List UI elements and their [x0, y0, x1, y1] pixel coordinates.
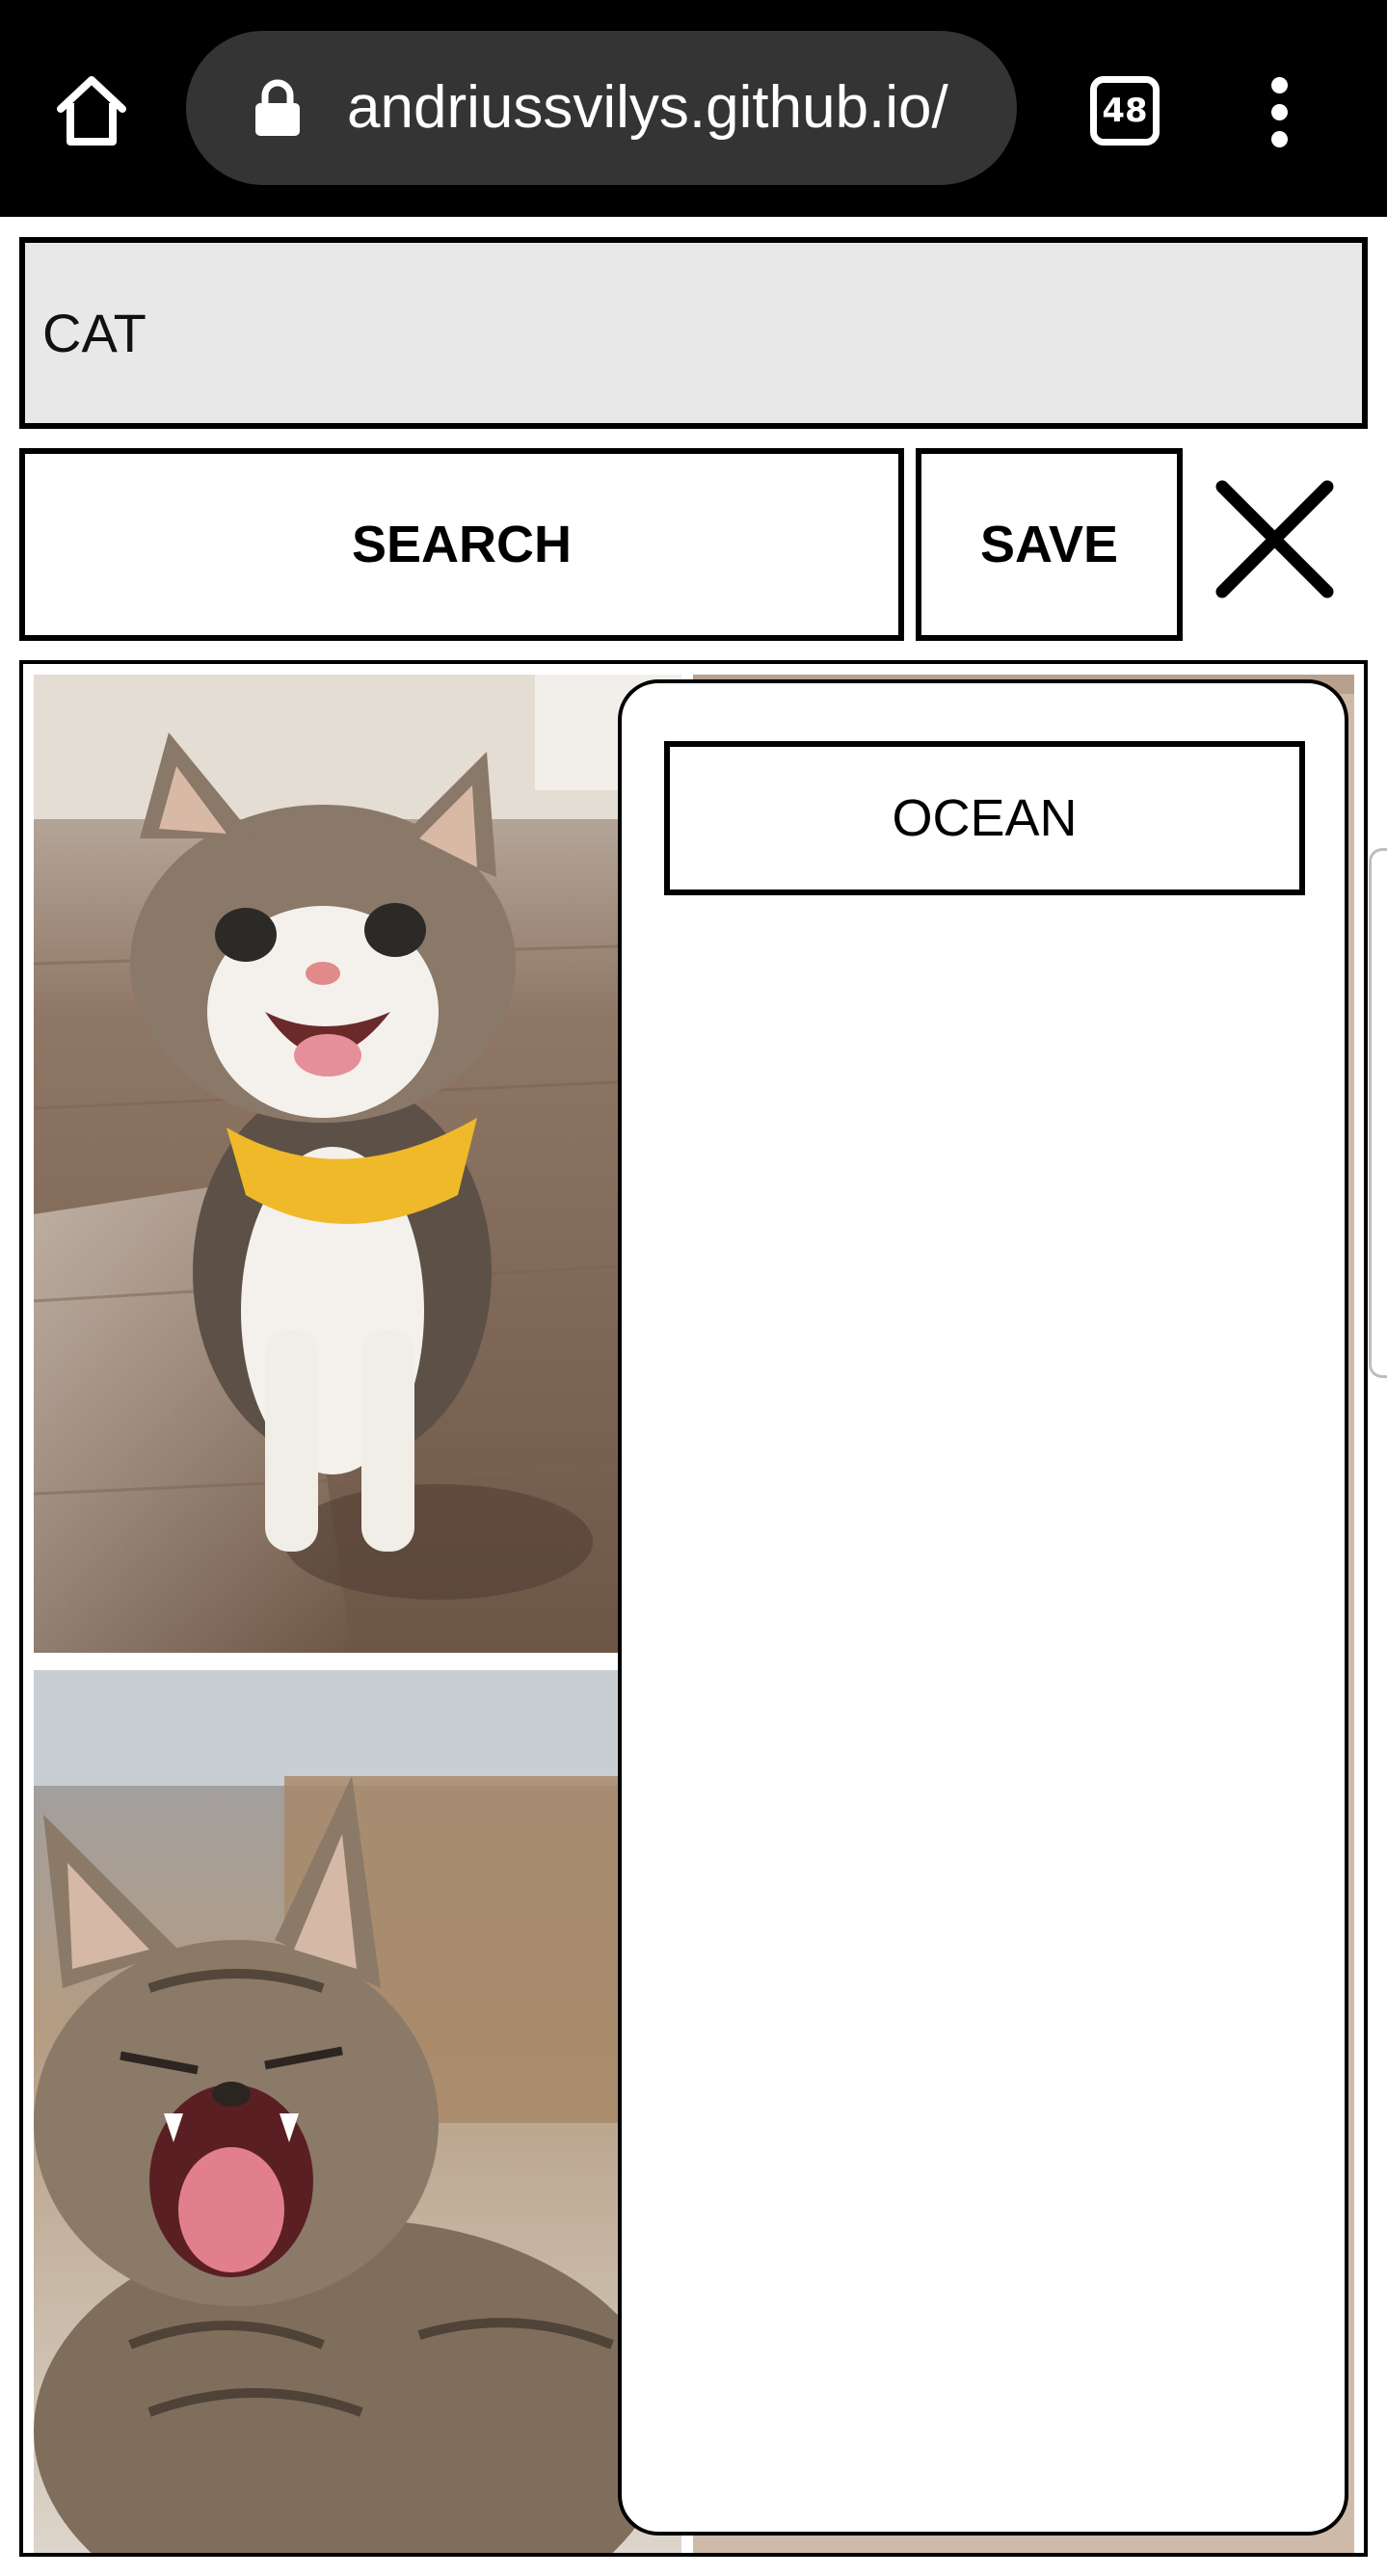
address-bar[interactable]: andriussvilys.github.io/: [186, 31, 1017, 185]
result-image[interactable]: [34, 1670, 681, 2557]
search-button[interactable]: SEARCH: [19, 448, 904, 641]
save-button[interactable]: SAVE: [916, 448, 1183, 641]
lock-icon: [255, 79, 300, 136]
browser-toolbar: andriussvilys.github.io/ 48: [0, 0, 1387, 217]
tab-switcher-button[interactable]: 48: [1090, 76, 1160, 146]
saved-searches-panel: OCEAN: [618, 679, 1348, 2536]
close-icon[interactable]: [1214, 479, 1335, 599]
search-input[interactable]: CAT: [19, 237, 1368, 429]
edge-drawer-handle[interactable]: [1369, 848, 1387, 1378]
result-image[interactable]: [34, 675, 681, 1653]
url-text: andriussvilys.github.io/: [347, 74, 948, 141]
home-icon[interactable]: [53, 72, 130, 149]
kebab-menu-icon[interactable]: [1263, 77, 1295, 147]
saved-search-item[interactable]: OCEAN: [664, 741, 1305, 895]
